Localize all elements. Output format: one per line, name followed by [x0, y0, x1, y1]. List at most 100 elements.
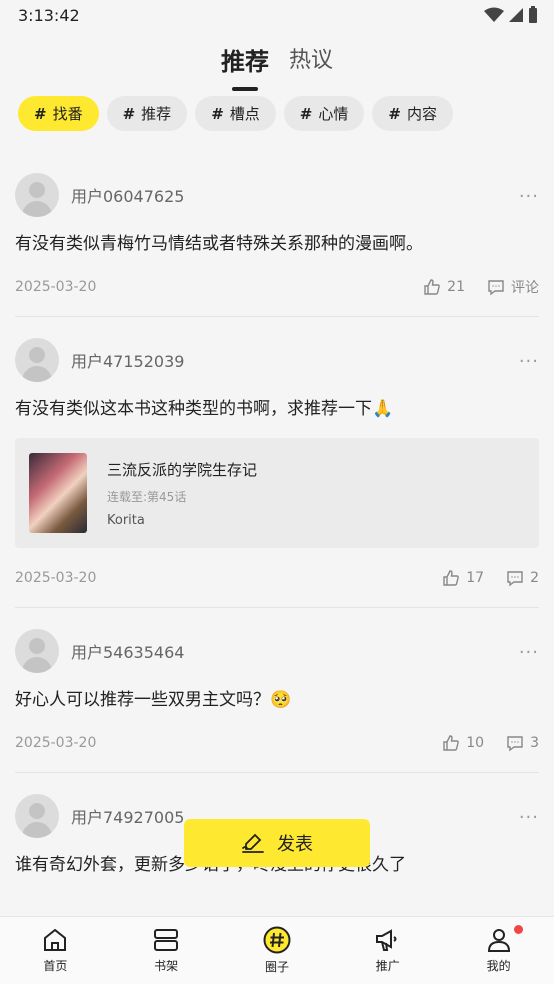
- avatar[interactable]: [15, 172, 59, 217]
- nav-profile[interactable]: 我的: [459, 925, 539, 974]
- username[interactable]: 用户06047625: [71, 183, 184, 207]
- home-icon: [44, 928, 67, 951]
- bottom-nav: 首页 书架 圈子 推广 我的: [0, 916, 554, 984]
- book-status: 连载至:第45话: [107, 489, 187, 504]
- topic-chips: # 找番 # 推荐 # 槽点 # 心情 # 内容: [18, 96, 453, 131]
- book-info: 三流反派的学院生存记 连载至:第45话 Korita: [107, 459, 257, 528]
- tab-recommend[interactable]: 推荐: [221, 40, 269, 77]
- wifi-icon: [484, 7, 504, 22]
- hash-icon: #: [34, 104, 47, 123]
- circle-hash-icon: [263, 926, 291, 954]
- nav-label: 我的: [486, 959, 511, 973]
- chip-label: 找番: [52, 105, 83, 123]
- chip-mood[interactable]: # 心情: [283, 96, 365, 131]
- comment-button[interactable]: 2: [506, 569, 539, 587]
- post-feed: 用户06047625 ··· 有没有类似青梅竹马情结或者特殊关系那种的漫画啊。 …: [0, 152, 554, 878]
- book-cover-image: [29, 453, 87, 533]
- top-tabs: 推荐 热议: [0, 40, 554, 90]
- book-card[interactable]: 三流反派的学院生存记 连载至:第45话 Korita: [15, 438, 539, 548]
- nav-home[interactable]: 首页: [15, 927, 95, 974]
- nav-label: 推广: [375, 959, 400, 973]
- status-time: 3:13:42: [18, 5, 80, 25]
- book-title: 三流反派的学院生存记: [107, 460, 258, 479]
- profile-icon: [487, 929, 510, 952]
- hash-icon: #: [388, 104, 401, 123]
- chip-complaints[interactable]: # 槽点: [195, 96, 276, 131]
- more-options-icon[interactable]: ···: [519, 186, 539, 207]
- avatar[interactable]: [15, 337, 59, 382]
- like-button[interactable]: 10: [442, 734, 484, 752]
- comment-icon: [488, 279, 504, 295]
- book-author: Korita: [107, 512, 145, 528]
- notification-badge: [513, 925, 523, 934]
- chip-recommend[interactable]: # 推荐: [106, 96, 188, 131]
- post-actions: 21 评论: [423, 277, 539, 297]
- post-text: 好心人可以推荐一些双男主文吗？🥺: [15, 690, 292, 710]
- hash-icon: #: [299, 104, 313, 123]
- post-footer: 2025-03-20 21 评论: [15, 257, 539, 317]
- post-text: 有没有类似青梅竹马情结或者特殊关系那种的漫画啊。: [15, 234, 423, 254]
- hash-icon: #: [122, 104, 136, 123]
- comment-icon: [507, 570, 523, 586]
- post-footer: 2025-03-20 17 2: [15, 548, 539, 608]
- username[interactable]: 用户74927005: [71, 804, 184, 828]
- post-date: 2025-03-20: [15, 278, 97, 295]
- thumbs-up-icon: [443, 569, 460, 586]
- post-date: 2025-03-20: [15, 734, 97, 751]
- chip-label: 推荐: [141, 105, 172, 123]
- thumbs-up-icon: [443, 734, 460, 751]
- more-options-icon[interactable]: ···: [519, 807, 539, 828]
- publish-label: 发表: [277, 834, 313, 855]
- post-actions: 10 3: [442, 734, 539, 752]
- like-count: 10: [466, 734, 485, 751]
- post-actions: 17 2: [442, 569, 539, 587]
- comment-count: 2: [530, 569, 539, 586]
- more-options-icon[interactable]: ···: [519, 642, 539, 663]
- post-card[interactable]: 用户54635464 ··· 好心人可以推荐一些双男主文吗？🥺 2025-03-…: [0, 608, 554, 773]
- username[interactable]: 用户47152039: [71, 348, 184, 372]
- nav-label: 首页: [43, 959, 68, 973]
- chip-content[interactable]: # 内容: [372, 96, 453, 131]
- post-header: 用户06047625: [15, 172, 539, 217]
- chip-label: 槽点: [229, 105, 260, 123]
- chip-label: 内容: [406, 105, 437, 123]
- publish-button[interactable]: 发表: [184, 819, 370, 867]
- nav-circle[interactable]: 圈子: [237, 926, 317, 975]
- bookshelf-icon: [154, 929, 179, 951]
- comment-button[interactable]: 评论: [487, 277, 539, 297]
- more-options-icon[interactable]: ···: [519, 351, 539, 372]
- comment-count: 3: [530, 734, 539, 751]
- avatar[interactable]: [15, 628, 59, 673]
- comment-icon: [507, 735, 523, 751]
- comment-button[interactable]: 3: [506, 734, 539, 752]
- like-button[interactable]: 21: [423, 278, 465, 296]
- comment-count: 评论: [511, 279, 539, 296]
- post-date: 2025-03-20: [15, 569, 97, 586]
- tab-hot[interactable]: 热议: [289, 40, 333, 74]
- post-card[interactable]: 用户06047625 ··· 有没有类似青梅竹马情结或者特殊关系那种的漫画啊。 …: [0, 152, 554, 317]
- like-button[interactable]: 17: [442, 569, 484, 587]
- like-count: 17: [466, 569, 485, 586]
- post-text: 有没有类似这本书这种类型的书啊，求推荐一下🙏: [15, 399, 394, 419]
- status-bar: 3:13:42: [0, 0, 554, 30]
- signal-icon: [509, 8, 523, 22]
- megaphone-icon: [375, 929, 397, 951]
- nav-label: 圈子: [264, 960, 289, 974]
- username[interactable]: 用户54635464: [71, 639, 184, 663]
- avatar[interactable]: [15, 793, 59, 838]
- post-footer: 2025-03-20 10 3: [15, 713, 539, 773]
- status-icons: [484, 6, 538, 24]
- post-card[interactable]: 用户47152039 ··· 有没有类似这本书这种类型的书啊，求推荐一下🙏 三流…: [0, 317, 554, 608]
- nav-label: 书架: [154, 959, 179, 973]
- post-header: 用户47152039: [15, 337, 539, 382]
- thumbs-up-icon: [424, 278, 440, 295]
- battery-icon: [529, 6, 537, 23]
- hash-icon: #: [211, 104, 224, 123]
- chip-label: 心情: [318, 105, 349, 123]
- pen-write-icon: [242, 833, 264, 853]
- post-header: 用户54635464: [15, 628, 539, 673]
- nav-promote[interactable]: 推广: [348, 927, 428, 974]
- like-count: 21: [447, 278, 465, 295]
- nav-bookshelf[interactable]: 书架: [126, 927, 206, 974]
- chip-find-anime[interactable]: # 找番: [18, 96, 99, 131]
